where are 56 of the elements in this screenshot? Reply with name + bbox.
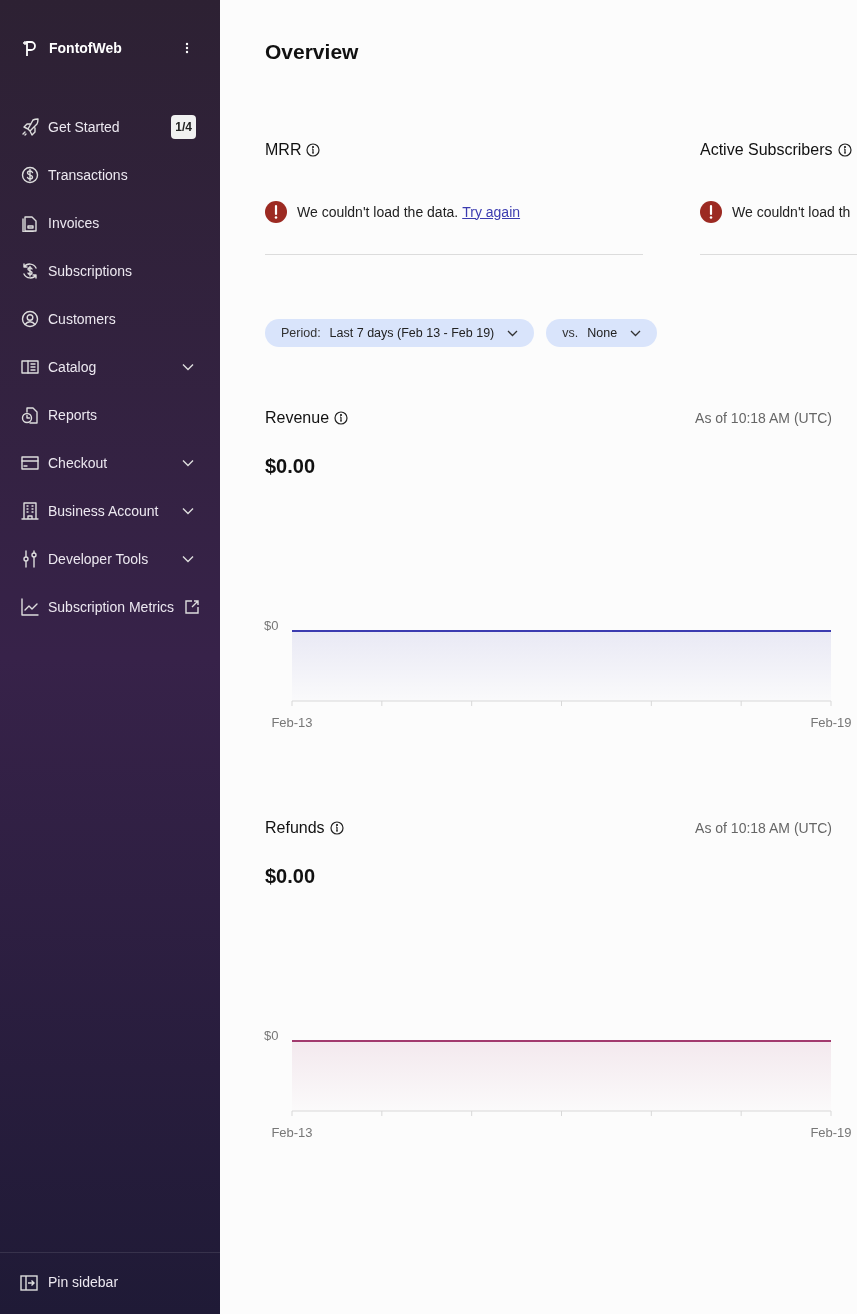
info-icon: [329, 821, 344, 835]
rocket-icon: [21, 118, 39, 136]
metric-title: MRR: [265, 140, 302, 160]
info-icon: [837, 143, 852, 157]
info-icon: [334, 411, 349, 425]
sidebar-item[interactable]: Checkout: [0, 439, 220, 487]
brand-name: FontofWeb: [49, 38, 122, 58]
report-icon: [21, 406, 39, 424]
x-axis-label: Feb-19: [810, 1125, 852, 1140]
filter-dropdown[interactable]: vs. None: [546, 319, 658, 347]
dollar-circle-icon: [21, 166, 39, 184]
credit-card-icon: [21, 454, 39, 472]
sidebar-item[interactable]: Invoices: [0, 199, 220, 247]
sidebar-item[interactable]: Developer Tools: [0, 535, 220, 583]
total-amount: $0.00: [265, 864, 316, 888]
sliders-icon: [21, 550, 39, 568]
y-axis-label: $0: [264, 1028, 279, 1043]
chevron-down-icon: [507, 329, 519, 337]
logo-icon: [22, 39, 38, 57]
more-icon: [185, 42, 189, 54]
filter-dropdown[interactable]: Period: Last 7 days (Feb 13 - Feb 19): [265, 319, 535, 347]
dollar-refresh-icon: [21, 262, 39, 280]
timestamp: As of 10:18 AM (UTC): [695, 818, 832, 838]
total-amount: $0.00: [265, 454, 316, 478]
sidebar-item[interactable]: Customers: [0, 295, 220, 343]
timestamp: As of 10:18 AM (UTC): [695, 408, 832, 428]
chart-title: Refunds: [265, 818, 325, 838]
chevron-down-icon: [630, 329, 642, 337]
sidebar-item[interactable]: Transactions: [0, 151, 220, 199]
document-icon: [21, 214, 39, 232]
user-circle-icon: [21, 310, 39, 328]
pin-sidebar-icon: [20, 1274, 38, 1291]
x-axis-label: Feb-13: [271, 715, 313, 730]
line-chart-icon: [21, 598, 39, 616]
y-axis-label: $0: [264, 618, 279, 633]
sidebar-item[interactable]: Subscriptions: [0, 247, 220, 295]
info-icon: [306, 143, 321, 157]
page-title: Overview: [265, 39, 360, 65]
pin-sidebar-button[interactable]: Pin sidebar: [20, 1272, 119, 1293]
error-message: We couldn't load the data. Try again: [297, 202, 521, 222]
sidebar-item[interactable]: Subscription Metrics: [0, 583, 220, 631]
sidebar-item[interactable]: Catalog: [0, 343, 220, 391]
progress-badge: 1/4: [171, 115, 196, 139]
metric-title: Active Subscribers: [700, 140, 833, 160]
sidebar-item[interactable]: Reports: [0, 391, 220, 439]
try-again-link[interactable]: Try again: [462, 203, 521, 220]
book-icon: [21, 358, 39, 376]
sidebar-item[interactable]: Business Account: [0, 487, 220, 535]
error-icon: [700, 201, 722, 223]
sidebar-item[interactable]: Get Started 1/4: [0, 103, 220, 151]
building-icon: [21, 502, 39, 520]
error-icon: [265, 201, 287, 223]
x-axis-label: Feb-13: [271, 1125, 313, 1140]
error-message: We couldn't load th: [732, 202, 851, 222]
x-axis-label: Feb-19: [810, 715, 852, 730]
chart-title: Revenue: [265, 408, 330, 428]
